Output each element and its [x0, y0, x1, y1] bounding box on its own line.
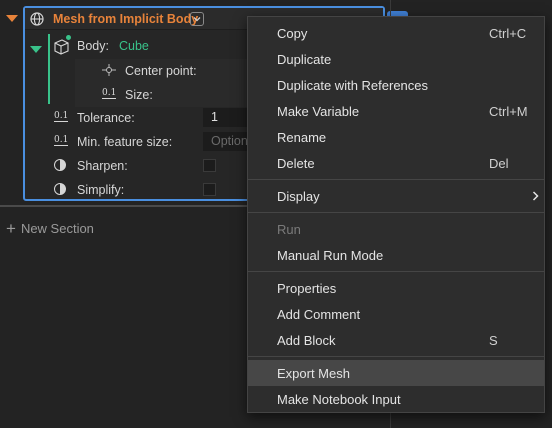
- menu-item-display[interactable]: Display: [248, 183, 544, 209]
- chevron-down-icon[interactable]: [190, 12, 204, 26]
- number-icon: 0.1: [54, 111, 69, 122]
- menu-item-export-mesh[interactable]: Export Mesh: [248, 360, 544, 386]
- menu-separator: [248, 271, 544, 272]
- menu-item-add-block[interactable]: Add Block S: [248, 327, 544, 353]
- cube-icon: [54, 39, 69, 55]
- boolean-icon: [54, 183, 66, 195]
- menu-item-properties[interactable]: Properties: [248, 275, 544, 301]
- menu-item-run: Run: [277, 221, 301, 237]
- menu-item-delete[interactable]: Delete Del: [248, 150, 544, 176]
- globe-icon: [30, 12, 44, 26]
- min-feature-size-label: Min. feature size:: [77, 135, 173, 149]
- new-section-button[interactable]: + New Section: [6, 218, 94, 238]
- group-indicator: [48, 34, 50, 104]
- center-point-label: Center point:: [125, 64, 197, 78]
- block-title: Mesh from Implicit Body: [53, 12, 199, 26]
- sharpen-checkbox[interactable]: [203, 159, 216, 172]
- menu-item-add-comment[interactable]: Add Comment: [248, 301, 544, 327]
- point-icon: [102, 64, 116, 76]
- menu-item-make-variable[interactable]: Make Variable Ctrl+M: [248, 98, 544, 124]
- menu-item-rename[interactable]: Rename: [248, 124, 544, 150]
- menu-item-duplicate[interactable]: Duplicate: [248, 46, 544, 72]
- sharpen-label: Sharpen:: [77, 159, 128, 173]
- menu-item-duplicate-with-references[interactable]: Duplicate with References: [248, 72, 544, 98]
- status-dot: [66, 35, 71, 40]
- menu-item-make-notebook-input[interactable]: Make Notebook Input: [248, 386, 544, 412]
- shortcut-label: S: [489, 332, 498, 348]
- body-label: Body:: [77, 39, 109, 53]
- number-icon: 0.1: [54, 135, 69, 146]
- body-value[interactable]: Cube: [119, 39, 149, 53]
- number-icon: 0.1: [102, 88, 117, 99]
- simplify-checkbox[interactable]: [203, 183, 216, 196]
- boolean-icon: [54, 159, 66, 171]
- chevron-right-icon: [532, 191, 539, 201]
- collapse-arrow-icon[interactable]: [6, 15, 18, 22]
- shortcut-label: Ctrl+M: [489, 103, 528, 119]
- menu-separator: [248, 212, 544, 213]
- menu-item-manual-run-mode[interactable]: Manual Run Mode: [248, 242, 544, 268]
- expand-arrow-icon[interactable]: [30, 46, 42, 53]
- simplify-label: Simplify:: [77, 183, 125, 197]
- menu-separator: [248, 356, 544, 357]
- context-menu: Copy Ctrl+C Duplicate Duplicate with Ref…: [247, 16, 545, 413]
- size-label: Size:: [125, 88, 153, 102]
- menu-item-copy[interactable]: Copy Ctrl+C: [248, 20, 544, 46]
- shortcut-label: Ctrl+C: [489, 25, 527, 41]
- tolerance-label: Tolerance:: [77, 111, 135, 125]
- new-section-label: New Section: [20, 221, 94, 236]
- menu-separator: [248, 179, 544, 180]
- plus-icon: +: [6, 218, 16, 238]
- shortcut-label: Del: [489, 155, 509, 171]
